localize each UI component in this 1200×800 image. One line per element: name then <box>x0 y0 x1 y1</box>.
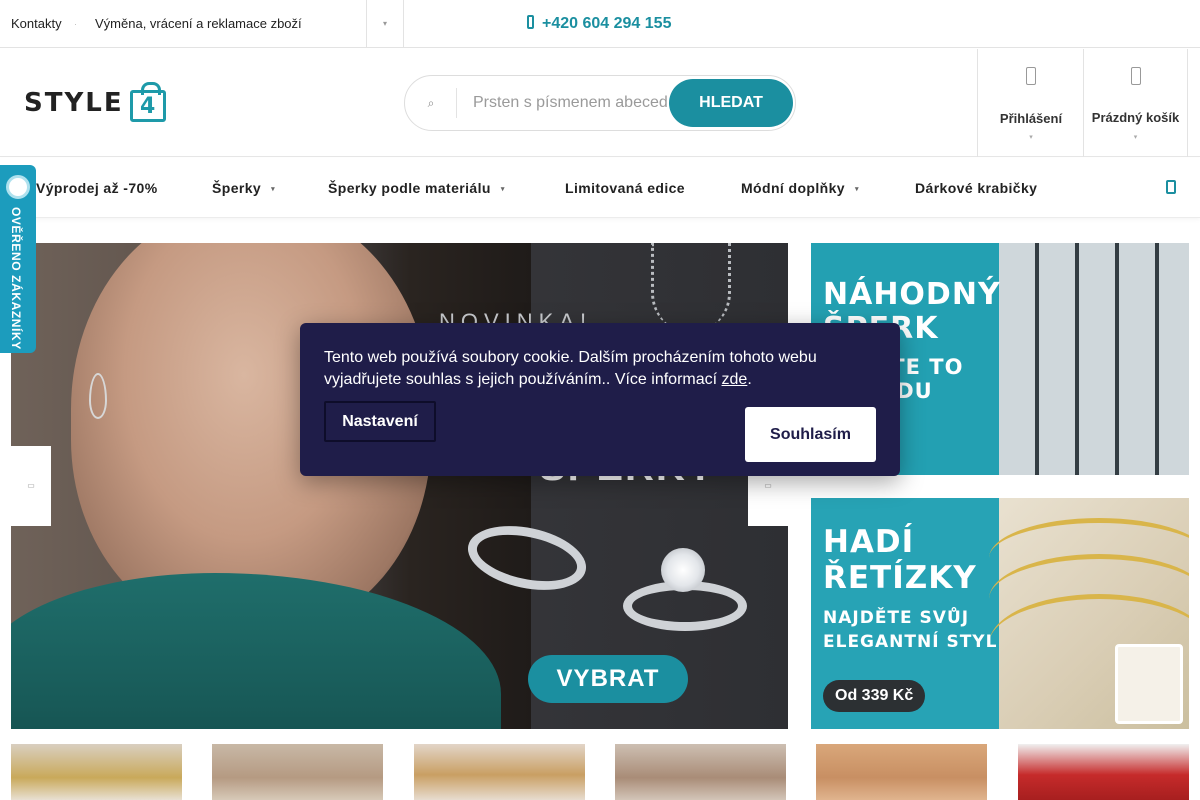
nav-item-label: Šperky podle materiálu <box>328 180 491 196</box>
top-bar: Kontakty · Výměna, vrácení a reklamace z… <box>0 0 1200 48</box>
cart-label: Prázdný košík <box>1091 110 1180 125</box>
cookie-accept-button[interactable]: Souhlasím <box>745 407 876 462</box>
hero-slider[interactable]: NOVINKA! ŠPERKY VYBRAT ▭ ▭ <box>11 243 788 729</box>
separator-dot: · <box>74 19 77 29</box>
search-divider <box>456 88 457 118</box>
search-icon[interactable]: ⌕ <box>405 76 457 130</box>
cart-icon <box>1130 67 1141 85</box>
cookie-settings-button[interactable]: Nastavení <box>324 401 436 442</box>
category-thumbnail[interactable] <box>212 744 383 800</box>
cookie-info-link[interactable]: zde <box>722 371 748 388</box>
snake-chains-banner[interactable]: HADÍ ŘETÍZKY NAJDĚTE SVŮJ ELEGANTNÍ STYL… <box>811 498 1189 729</box>
main-navigation: Výprodej až -70% Šperky ▾ Šperky podle ma… <box>0 158 1200 218</box>
phone-contact[interactable]: +420 604 294 155 <box>527 0 671 48</box>
contacts-link[interactable]: Kontakty <box>11 0 62 48</box>
nav-item-accessories[interactable]: Módní doplňky ▾ <box>741 158 859 218</box>
logo-bag-icon: 4 <box>129 82 166 122</box>
nav-item-jewelry[interactable]: Šperky ▾ <box>212 158 275 218</box>
earring-image <box>89 373 107 419</box>
banner-subtitle: NAJDĚTE SVŮJ <box>823 608 970 628</box>
jewelry-rack-image <box>999 243 1189 475</box>
nav-item-label: Módní doplňky <box>741 180 845 196</box>
chevron-down-icon: ▾ <box>271 186 276 193</box>
search-box: ⌕ HLEDAT <box>404 75 796 131</box>
nav-item-sale[interactable]: Výprodej až -70% <box>36 158 158 218</box>
chevron-right-icon: ▭ <box>764 481 772 490</box>
login-button[interactable]: Přihlášení ▾ <box>977 49 1084 157</box>
banner-title: HADÍ <box>823 524 915 560</box>
phone-icon <box>527 15 534 29</box>
logo-wordmark: STYLE <box>24 88 124 118</box>
chevron-down-icon: ▾ <box>382 19 387 28</box>
category-thumbnail[interactable] <box>615 744 786 800</box>
returns-link[interactable]: Výměna, vrácení a reklamace zboží <box>95 0 302 48</box>
logo[interactable]: STYLE 4 <box>24 82 166 123</box>
site-header: STYLE 4 ⌕ HLEDAT Přihlášení ▾ Prázdný ko… <box>0 49 1200 157</box>
login-label: Přihlášení <box>999 111 1063 126</box>
more-links-dropdown[interactable]: ▾ <box>366 0 404 48</box>
category-thumbnail[interactable] <box>11 744 182 800</box>
chevron-down-icon: ▾ <box>1029 134 1033 141</box>
category-thumbnail[interactable] <box>816 744 987 800</box>
chevron-down-icon: ▾ <box>1133 134 1138 141</box>
cookie-consent-dialog: Tento web používá soubory cookie. Dalším… <box>300 323 900 476</box>
seal-icon <box>6 175 30 199</box>
chevron-left-icon: ▭ <box>27 481 35 490</box>
nav-item-label: Výprodej až -70% <box>36 180 158 196</box>
nav-item-label: Dárkové krabičky <box>915 180 1038 196</box>
phone-number: +420 604 294 155 <box>542 15 672 32</box>
nav-item-by-material[interactable]: Šperky podle materiálu ▾ <box>328 158 505 218</box>
product-inset-image <box>1115 644 1183 724</box>
badge-text: OVĚŘENO ZÁKAZNÍKY <box>9 207 23 350</box>
category-thumbnail[interactable] <box>414 744 585 800</box>
nav-item-limited[interactable]: Limitovaná edice <box>565 158 685 218</box>
nav-item-label: Šperky <box>212 180 262 196</box>
nav-item-gift-boxes[interactable]: Dárkové krabičky <box>915 158 1037 218</box>
category-thumbnail[interactable] <box>1018 744 1189 800</box>
chevron-down-icon: ▾ <box>500 186 505 193</box>
cart-button[interactable]: Prázdný košík ▾ <box>1083 49 1188 157</box>
banner-title: NÁHODNÝ <box>823 277 1001 312</box>
more-menu-icon[interactable] <box>1166 180 1176 194</box>
user-icon <box>1026 67 1036 85</box>
search-input[interactable] <box>473 76 673 130</box>
nav-item-label: Limitovaná edice <box>565 180 685 196</box>
search-button[interactable]: HLEDAT <box>669 79 793 127</box>
slider-prev-button[interactable]: ▭ <box>11 446 51 526</box>
hero-cta-button[interactable]: VYBRAT <box>528 655 688 703</box>
chevron-down-icon: ▾ <box>854 186 859 193</box>
banner-title: ŘETÍZKY <box>823 560 977 596</box>
diamond-image <box>661 548 705 592</box>
banner-subtitle: ELEGANTNÍ STYL <box>823 632 998 652</box>
price-pill: Od 339 Kč <box>823 680 926 712</box>
cookie-message: Tento web používá soubory cookie. Dalším… <box>324 349 817 388</box>
necklace-image <box>651 243 731 333</box>
verified-customers-badge[interactable]: OVĚŘENO ZÁKAZNÍKY <box>0 165 36 353</box>
